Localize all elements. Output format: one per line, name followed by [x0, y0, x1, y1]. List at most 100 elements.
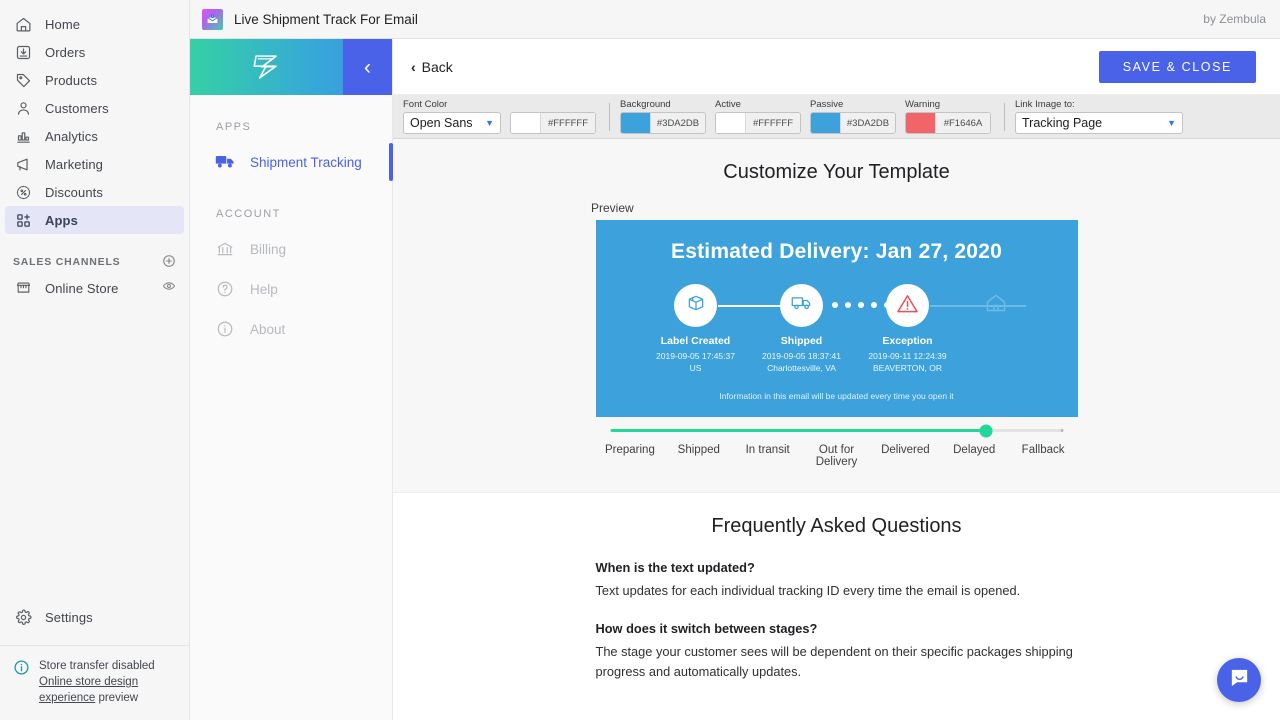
slider-track[interactable] — [612, 429, 1062, 432]
background-swatch[interactable] — [621, 113, 651, 133]
node-place: Charlottesville, VA — [767, 362, 836, 374]
faq-item: When is the text updated? Text updates f… — [596, 560, 1078, 601]
app-logo-icon — [202, 9, 223, 30]
faq-item: How does it switch between stages? The s… — [596, 621, 1078, 682]
stage-label-delivered[interactable]: Delivered — [871, 444, 940, 468]
zembula-logo-icon — [190, 47, 343, 87]
collapse-panel-button[interactable]: ‹ — [343, 39, 392, 95]
preview-store-eye-icon[interactable] — [162, 279, 176, 298]
shopify-sidebar: Home Orders Products Customers — [0, 0, 190, 720]
email-preview: Estimated Delivery: Jan 27, 2020 — [596, 220, 1078, 417]
panel-item-label: Shipment Tracking — [250, 155, 362, 170]
customers-icon — [13, 98, 33, 118]
stage-label-delayed[interactable]: Delayed — [940, 444, 1009, 468]
warning-hex: #F1646A — [936, 113, 990, 133]
back-button[interactable]: ‹ Back — [411, 59, 453, 75]
body-row: ‹ APPS Shipment Tracking ACCOUNT Billing — [190, 39, 1280, 720]
passive-swatch[interactable] — [811, 113, 841, 133]
warning-label: Warning — [905, 99, 991, 110]
app-root: Home Orders Products Customers — [0, 0, 1280, 720]
active-swatch-box[interactable]: #FFFFFF — [715, 112, 801, 134]
chevron-down-icon: ▼ — [1167, 118, 1176, 128]
stage-label-out-for-delivery[interactable]: Out for Delivery — [802, 444, 871, 468]
sidebar-item-products[interactable]: Products — [5, 66, 184, 94]
sidebar-item-apps[interactable]: Apps — [5, 206, 184, 234]
font-color-swatch-field: #FFFFFF — [510, 99, 596, 134]
node-circle-pending — [974, 284, 1017, 327]
panel-item-help[interactable]: Help — [190, 269, 392, 309]
slider-tick[interactable] — [1060, 429, 1063, 432]
passive-hex: #3DA2DB — [841, 113, 895, 133]
sidebar-item-online-store[interactable]: Online Store — [5, 274, 184, 302]
stage-slider[interactable]: Preparing Shipped In transit Out for Del… — [596, 429, 1078, 468]
editor-header: ‹ Back SAVE & CLOSE — [393, 39, 1280, 95]
discounts-percent-icon — [13, 182, 33, 202]
dot — [858, 302, 864, 308]
background-field: Background #3DA2DB — [620, 99, 706, 134]
warning-swatch-box[interactable]: #F1646A — [905, 112, 991, 134]
app-panel-header: ‹ — [190, 39, 392, 95]
active-swatch[interactable] — [716, 113, 746, 133]
sidebar-item-marketing[interactable]: Marketing — [5, 150, 184, 178]
slider-tick[interactable] — [760, 429, 763, 432]
customize-section: Customize Your Template Preview Estimate… — [393, 139, 1280, 493]
panel-item-label: About — [250, 322, 285, 337]
slider-tick[interactable] — [610, 429, 613, 432]
sidebar-item-label: Marketing — [45, 157, 103, 172]
delivery-truck-icon — [791, 295, 813, 316]
warning-swatch[interactable] — [906, 113, 936, 133]
font-color-swatch[interactable] — [511, 113, 541, 133]
panel-item-label: Help — [250, 282, 278, 297]
dot — [871, 302, 877, 308]
sidebar-item-discounts[interactable]: Discounts — [5, 178, 184, 206]
spacer-label — [510, 99, 596, 110]
faq-body: When is the text updated? Text updates f… — [596, 560, 1078, 682]
panel-item-about[interactable]: About — [190, 309, 392, 349]
sidebar-item-analytics[interactable]: Analytics — [5, 122, 184, 150]
warning-field: Warning #F1646A — [905, 99, 991, 134]
background-swatch-box[interactable]: #3DA2DB — [620, 112, 706, 134]
bank-icon — [214, 240, 236, 258]
font-color-swatch-box[interactable]: #FFFFFF — [510, 112, 596, 134]
sidebar-item-label: Orders — [45, 45, 85, 60]
sidebar-item-home[interactable]: Home — [5, 10, 184, 38]
font-family-select[interactable]: Open Sans ▼ — [403, 112, 501, 134]
sidebar-item-label: Settings — [45, 610, 93, 625]
truck-icon — [214, 154, 236, 170]
panel-item-billing[interactable]: Billing — [190, 229, 392, 269]
sidebar-item-orders[interactable]: Orders — [5, 38, 184, 66]
link-image-select[interactable]: Tracking Page ▼ — [1015, 112, 1183, 134]
save-and-close-button[interactable]: SAVE & CLOSE — [1099, 51, 1256, 83]
analytics-bar-icon — [13, 126, 33, 146]
node-circle — [780, 284, 823, 327]
add-sales-channel-icon[interactable] — [162, 254, 176, 271]
warning-triangle-icon — [896, 293, 919, 319]
chat-launcher-button[interactable] — [1217, 658, 1261, 702]
slider-tick[interactable] — [835, 429, 838, 432]
style-toolbar: Font Color Open Sans ▼ #FFFFFF — [393, 95, 1280, 139]
stage-label-in-transit[interactable]: In transit — [733, 444, 802, 468]
info-circle-icon — [214, 320, 236, 338]
node-name: Shipped — [781, 335, 822, 347]
email-delivery-title: Estimated Delivery: Jan 27, 2020 — [596, 240, 1078, 264]
dot — [832, 302, 838, 308]
sidebar-item-customers[interactable]: Customers — [5, 94, 184, 122]
slider-tick[interactable] — [685, 429, 688, 432]
faq-question: When is the text updated? — [596, 560, 1078, 575]
sidebar-item-label: Online Store — [45, 281, 118, 296]
slider-tick[interactable] — [910, 429, 913, 432]
stage-label-preparing[interactable]: Preparing — [596, 444, 665, 468]
node-name: Label Created — [661, 335, 730, 347]
sidebar-item-settings[interactable]: Settings — [5, 601, 184, 633]
tracking-timeline: Label Created 2019-09-05 17:45:37 US — [596, 284, 1078, 389]
panel-item-label: Billing — [250, 242, 286, 257]
passive-swatch-box[interactable]: #3DA2DB — [810, 112, 896, 134]
toolbar-divider-2 — [1004, 103, 1005, 131]
slider-thumb[interactable] — [980, 424, 993, 437]
stage-label-shipped[interactable]: Shipped — [664, 444, 733, 468]
font-color-hex: #FFFFFF — [541, 113, 595, 133]
account-group-title: ACCOUNT — [190, 208, 392, 220]
stage-label-fallback[interactable]: Fallback — [1009, 444, 1078, 468]
progress-dots — [832, 302, 890, 308]
panel-item-shipment-tracking[interactable]: Shipment Tracking — [190, 142, 392, 182]
